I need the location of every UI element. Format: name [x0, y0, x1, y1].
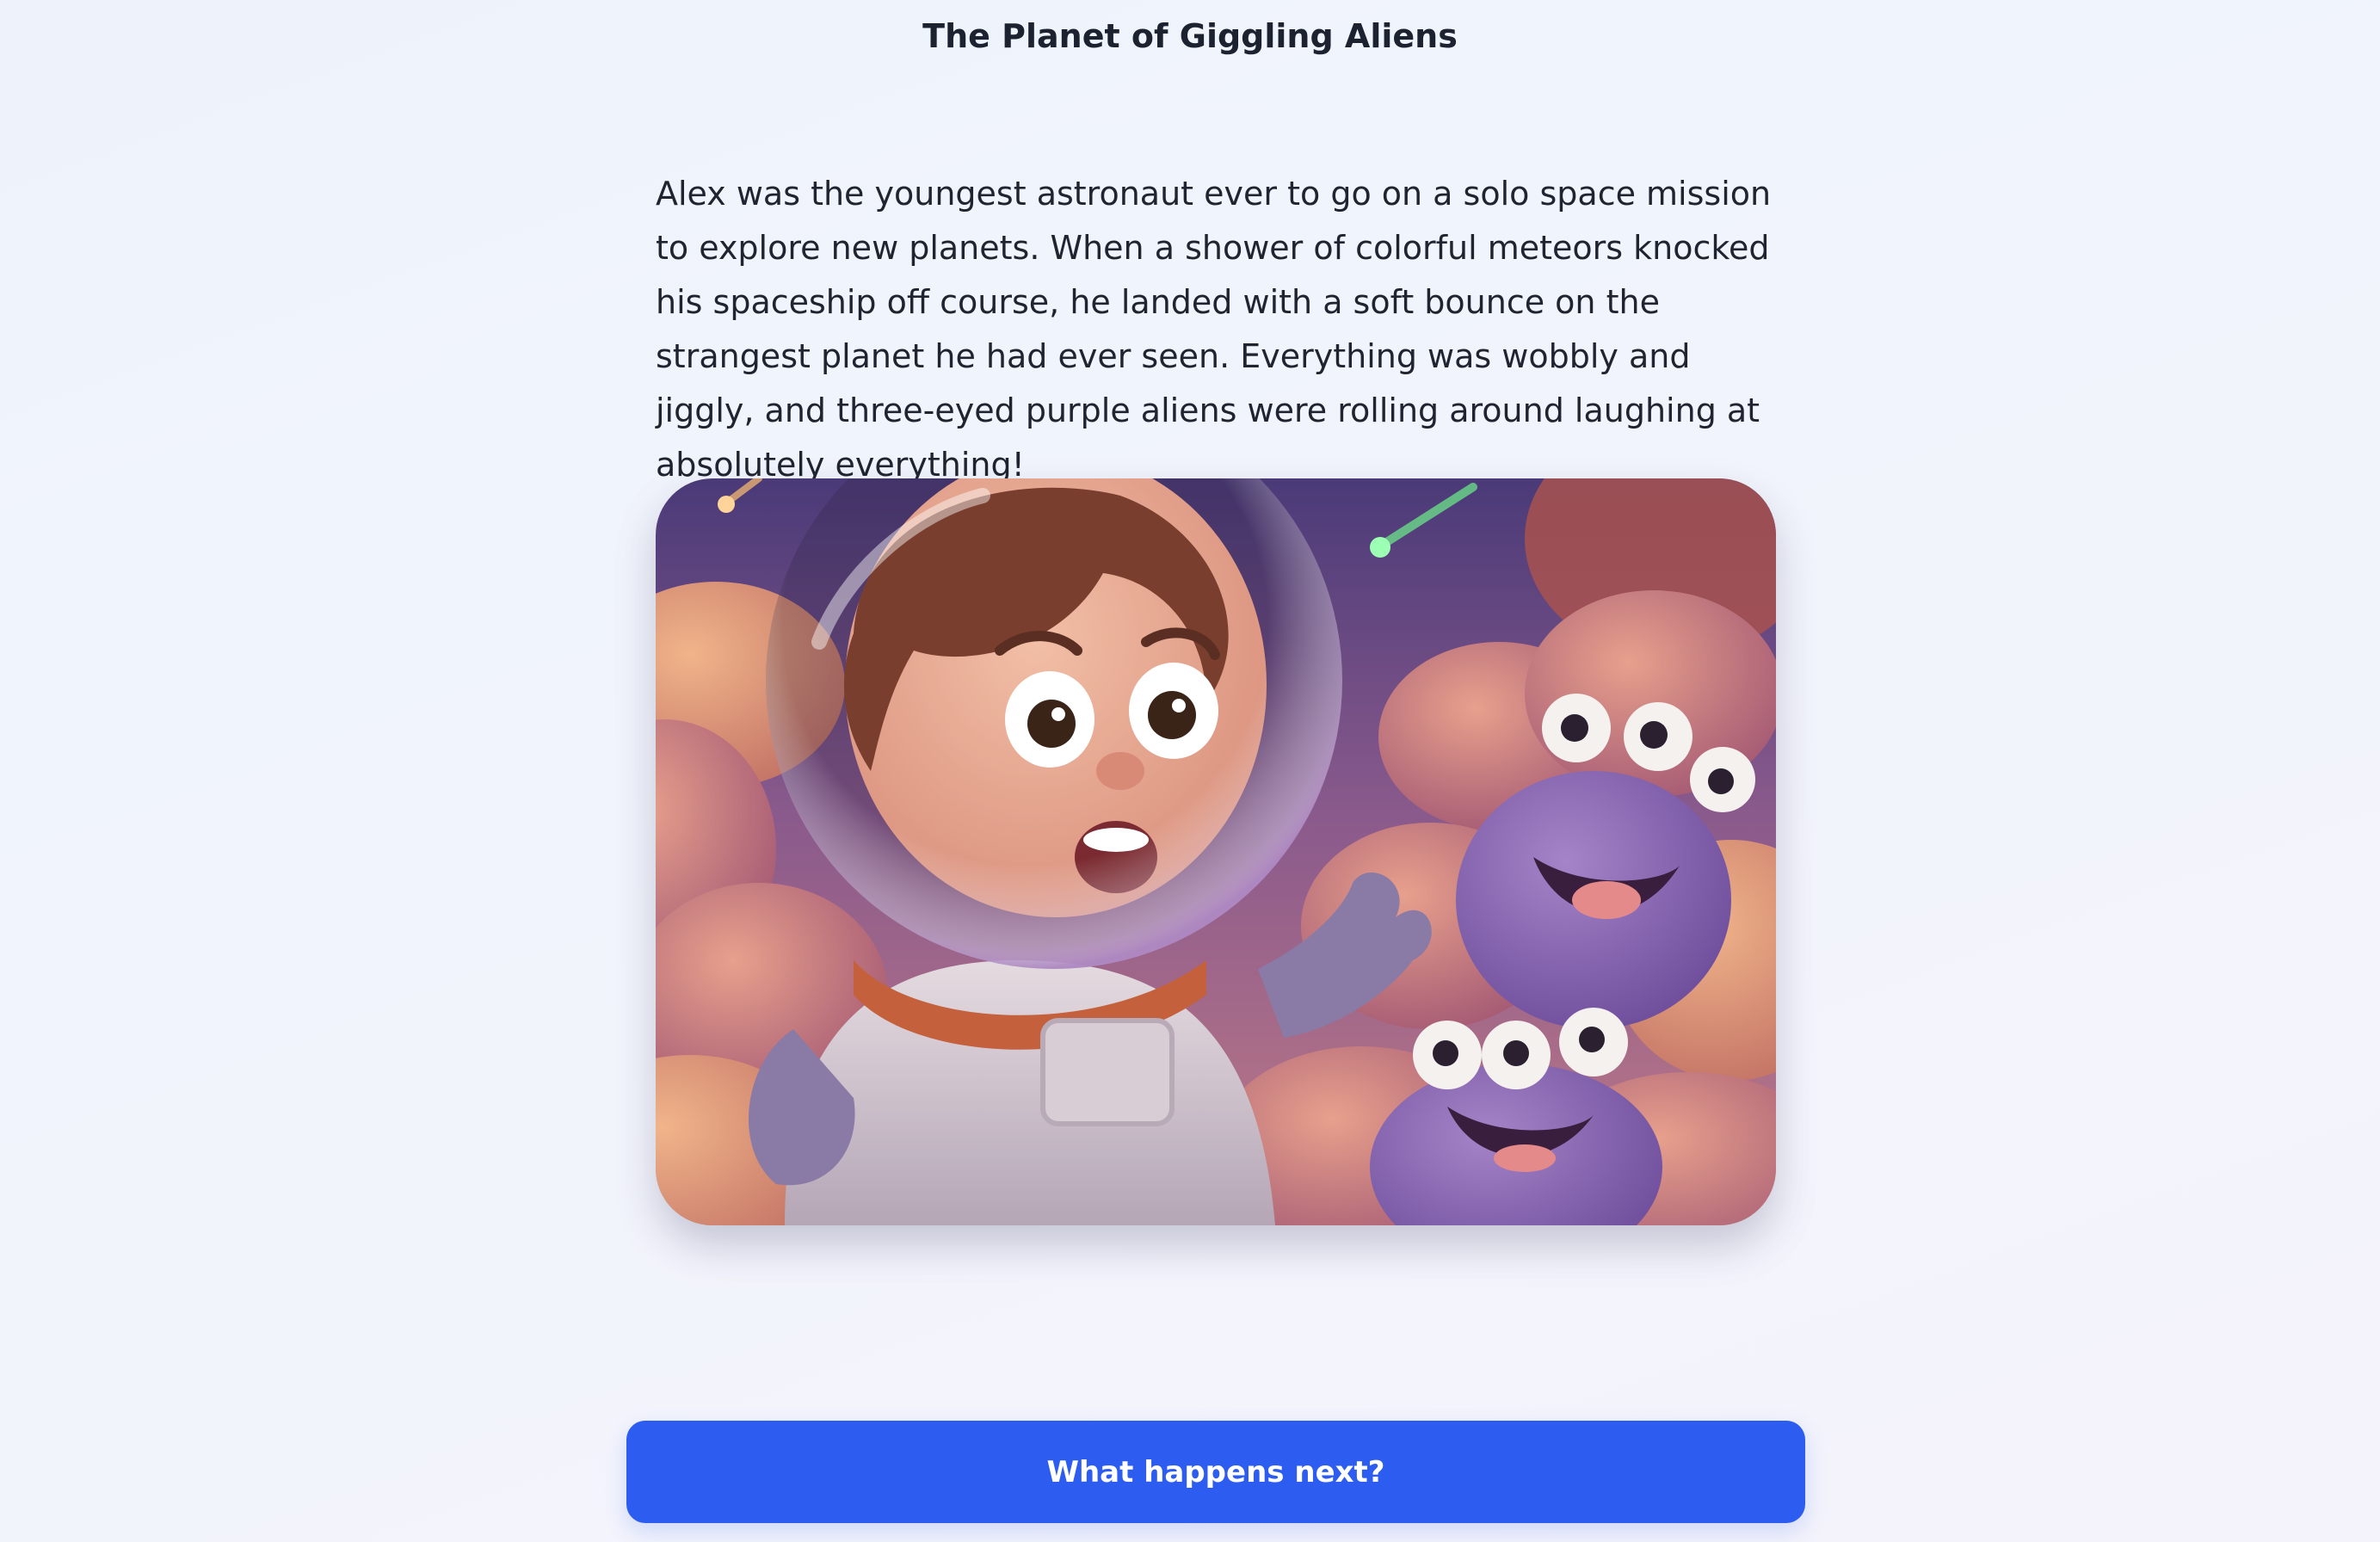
- page-title: The Planet of Giggling Aliens: [922, 17, 1458, 55]
- story-illustration: [656, 478, 1776, 1225]
- story-paragraph: Alex was the youngest astronaut ever to …: [656, 175, 1772, 484]
- what-happens-next-button[interactable]: What happens next?: [626, 1421, 1805, 1523]
